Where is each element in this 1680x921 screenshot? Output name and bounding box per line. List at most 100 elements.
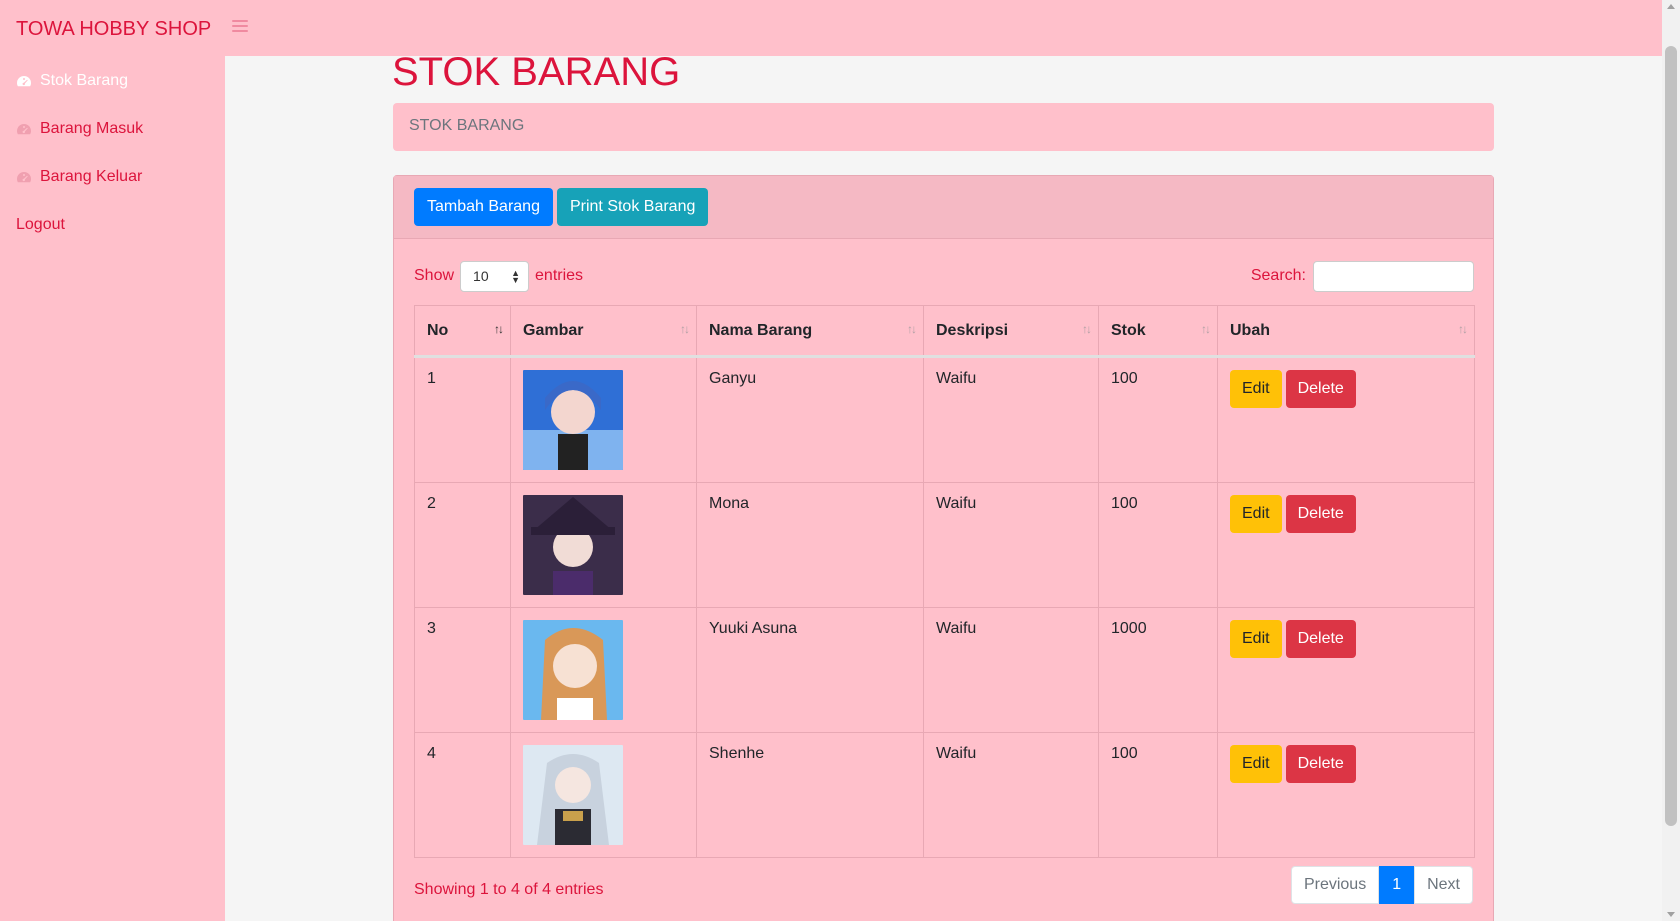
- cell-stock: 100: [1098, 732, 1218, 858]
- table-controls: Show 10 ▲ ▼ entries Search:: [414, 260, 1474, 292]
- table-row: 1 Ganyu Waifu 100 Edit Delete: [414, 356, 1475, 483]
- sidebar-item-barang-masuk[interactable]: Barang Masuk: [16, 120, 143, 138]
- scrollbar-thumb[interactable]: [1665, 46, 1677, 826]
- edit-button[interactable]: Edit: [1230, 370, 1282, 408]
- column-header-deskripsi[interactable]: Deskripsi ↑↓: [923, 305, 1099, 358]
- next-page-button[interactable]: Next: [1414, 866, 1473, 904]
- table-row: 3 Yuuki Asuna Waifu 1000 Edit Delete: [414, 607, 1475, 733]
- column-header-nama-barang[interactable]: Nama Barang ↑↓: [696, 305, 924, 358]
- print-stock-button[interactable]: Print Stok Barang: [556, 188, 709, 226]
- product-image: [523, 620, 623, 720]
- cell-image: [510, 482, 697, 608]
- stock-card: Tambah Barang Print Stok Barang Show 10 …: [393, 175, 1494, 921]
- search-input[interactable]: [1313, 260, 1474, 292]
- sort-icon: ↑↓: [1082, 322, 1092, 336]
- cell-image: [510, 732, 697, 858]
- sort-icon: ↑↓: [907, 322, 917, 336]
- cell-actions: Edit Delete: [1217, 356, 1475, 483]
- page-title: STOK BARANG: [392, 50, 681, 94]
- cell-image: [510, 607, 697, 733]
- show-label: Show: [414, 267, 455, 284]
- table-row: 2 Mona Waifu 100 Edit Delete: [414, 482, 1475, 608]
- cell-name: Ganyu: [696, 356, 924, 483]
- cell-stock: 100: [1098, 482, 1218, 608]
- previous-page-button[interactable]: Previous: [1290, 866, 1380, 904]
- cell-name: Yuuki Asuna: [696, 607, 924, 733]
- column-header-label: No: [427, 321, 449, 339]
- cell-stock: 1000: [1098, 607, 1218, 733]
- breadcrumb: STOK BARANG: [393, 103, 1494, 151]
- column-header-stok[interactable]: Stok ↑↓: [1098, 305, 1218, 358]
- cell-actions: Edit Delete: [1217, 482, 1475, 608]
- edit-button[interactable]: Edit: [1230, 745, 1282, 783]
- product-image: [523, 495, 623, 595]
- scroll-down-arrow-icon[interactable]: [1667, 912, 1675, 917]
- pagination: Previous 1 Next: [1290, 866, 1473, 904]
- sort-icon: ↑↓: [1458, 322, 1468, 336]
- sidebar-item-barang-keluar[interactable]: Barang Keluar: [16, 168, 142, 186]
- sort-arrows-icon: ▲ ▼: [511, 267, 521, 285]
- sidebar-item-stok-barang[interactable]: Stok Barang: [16, 72, 128, 90]
- cell-image: [510, 356, 697, 483]
- cell-no: 4: [414, 732, 511, 858]
- tachometer-icon: [17, 76, 31, 87]
- column-header-label: Stok: [1111, 321, 1146, 339]
- delete-button[interactable]: Delete: [1285, 495, 1356, 533]
- sidebar: Stok Barang Barang Masuk Barang Keluar L…: [0, 56, 225, 921]
- cell-description: Waifu: [923, 356, 1099, 483]
- card-header: Tambah Barang Print Stok Barang: [394, 176, 1493, 239]
- page-length-control: Show 10 ▲ ▼ entries: [414, 260, 583, 292]
- edit-button[interactable]: Edit: [1230, 495, 1282, 533]
- vertical-scrollbar[interactable]: [1662, 0, 1680, 921]
- cell-actions: Edit Delete: [1217, 607, 1475, 733]
- cell-description: Waifu: [923, 607, 1099, 733]
- sort-icon: ↑↓: [1201, 322, 1211, 336]
- cell-no: 3: [414, 607, 511, 733]
- column-header-gambar[interactable]: Gambar ↑↓: [510, 305, 697, 358]
- sidebar-item-label: Barang Keluar: [40, 168, 143, 185]
- scroll-up-arrow-icon[interactable]: [1667, 4, 1675, 9]
- cell-actions: Edit Delete: [1217, 732, 1475, 858]
- search-label: Search:: [1250, 267, 1306, 284]
- column-header-label: Ubah: [1230, 321, 1270, 339]
- cell-description: Waifu: [923, 732, 1099, 858]
- cell-no: 2: [414, 482, 511, 608]
- entries-select[interactable]: 10 ▲ ▼: [460, 260, 530, 292]
- sort-icon: ↑↓: [494, 322, 504, 336]
- tachometer-icon: [17, 172, 31, 183]
- cell-name: Shenhe: [696, 732, 924, 858]
- delete-button[interactable]: Delete: [1285, 620, 1356, 658]
- stock-table: No ↑↓ Gambar ↑↓ Nama Barang ↑↓ Deskripsi ↑↓ …: [414, 305, 1475, 858]
- search-control: Search:: [1251, 260, 1474, 292]
- menu-toggle-icon[interactable]: [232, 20, 248, 34]
- cell-name: Mona: [696, 482, 924, 608]
- column-header-label: Nama Barang: [709, 321, 813, 339]
- cell-stock: 100: [1098, 356, 1218, 483]
- column-header-no[interactable]: No ↑↓: [414, 305, 511, 358]
- entries-select-value: 10: [473, 267, 489, 284]
- sidebar-item-logout[interactable]: Logout: [16, 216, 65, 234]
- column-header-label: Deskripsi: [936, 321, 1009, 339]
- sort-icon: ↑↓: [680, 322, 690, 336]
- brand-title[interactable]: TOWA HOBBY SHOP: [16, 18, 211, 41]
- column-header-label: Gambar: [523, 321, 584, 339]
- delete-button[interactable]: Delete: [1285, 370, 1356, 408]
- entries-label: entries: [535, 267, 584, 284]
- top-navbar: TOWA HOBBY SHOP: [0, 0, 1662, 56]
- table-row: 4 Shenhe Waifu 100 Edit Delete: [414, 732, 1475, 858]
- sidebar-item-label: Barang Masuk: [40, 120, 144, 137]
- add-item-button[interactable]: Tambah Barang: [414, 188, 553, 226]
- product-image: [523, 745, 623, 845]
- edit-button[interactable]: Edit: [1230, 620, 1282, 658]
- product-image: [523, 370, 623, 470]
- tachometer-icon: [17, 124, 31, 135]
- sidebar-item-label: Logout: [16, 216, 65, 233]
- table-info: Showing 1 to 4 of 4 entries: [414, 881, 604, 898]
- table-header-row: No ↑↓ Gambar ↑↓ Nama Barang ↑↓ Deskripsi ↑↓ …: [414, 305, 1475, 358]
- delete-button[interactable]: Delete: [1285, 745, 1356, 783]
- column-header-ubah[interactable]: Ubah ↑↓: [1217, 305, 1475, 358]
- cell-description: Waifu: [923, 482, 1099, 608]
- page-button-current[interactable]: 1: [1379, 866, 1415, 904]
- breadcrumb-item: STOK BARANG: [409, 117, 525, 134]
- cell-no: 1: [414, 356, 511, 483]
